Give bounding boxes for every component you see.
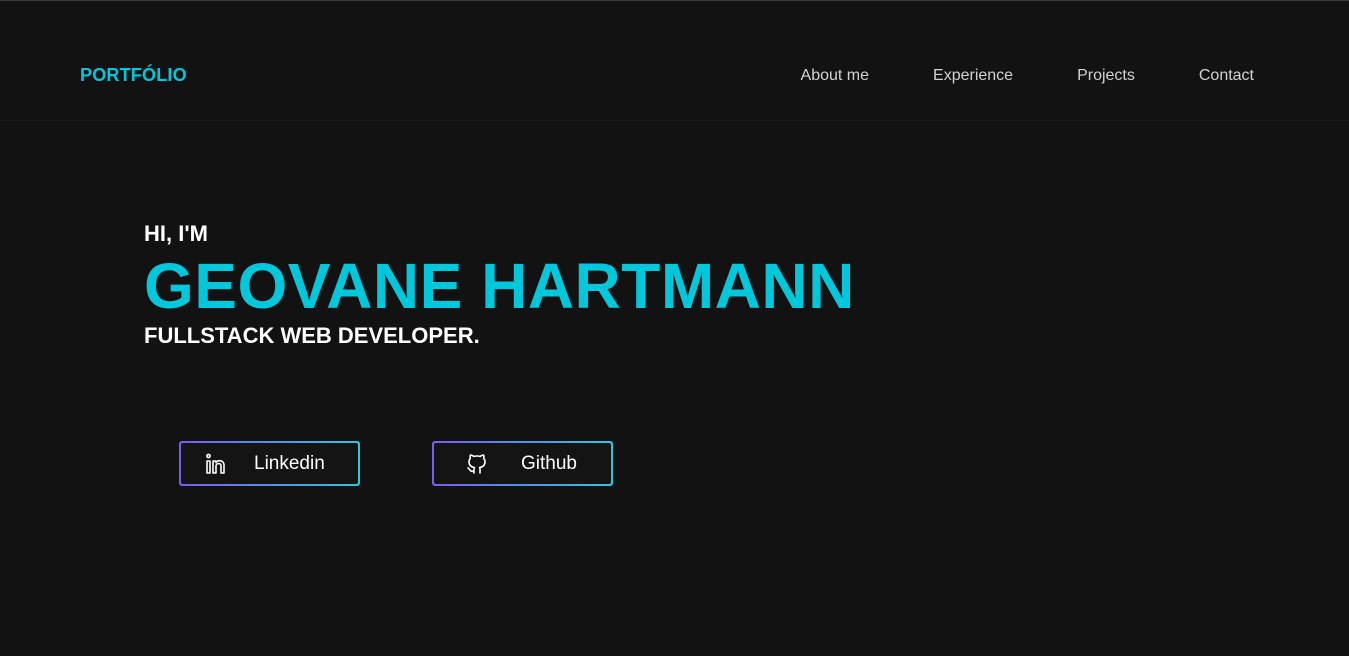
logo-link[interactable]: PORTFÓLIO <box>80 65 187 86</box>
hero-name: GEOVANE HARTMANN <box>144 250 855 322</box>
nav-experience[interactable]: Experience <box>933 67 1013 85</box>
hero-greeting: HI, I'M <box>144 221 208 246</box>
github-button[interactable]: Github <box>432 441 613 486</box>
github-icon <box>464 451 490 477</box>
github-button-label: Github <box>521 452 577 474</box>
nav-projects[interactable]: Projects <box>1077 67 1135 85</box>
main-nav: About me Experience Projects Contact <box>737 67 1254 85</box>
nav-about-me[interactable]: About me <box>801 67 869 85</box>
linkedin-button-inner: Linkedin <box>181 443 358 484</box>
hero-section: HI, I'M GEOVANE HARTMANN FULLSTACK WEB D… <box>144 221 855 349</box>
nav-contact[interactable]: Contact <box>1199 67 1254 85</box>
hero-role: FULLSTACK WEB DEVELOPER. <box>144 323 480 348</box>
page: PORTFÓLIO About me Experience Projects C… <box>0 0 1349 656</box>
linkedin-icon <box>203 451 229 477</box>
github-button-inner: Github <box>434 443 611 484</box>
linkedin-button-label: Linkedin <box>254 452 325 474</box>
linkedin-button[interactable]: Linkedin <box>179 441 360 486</box>
header: PORTFÓLIO About me Experience Projects C… <box>0 1 1349 121</box>
